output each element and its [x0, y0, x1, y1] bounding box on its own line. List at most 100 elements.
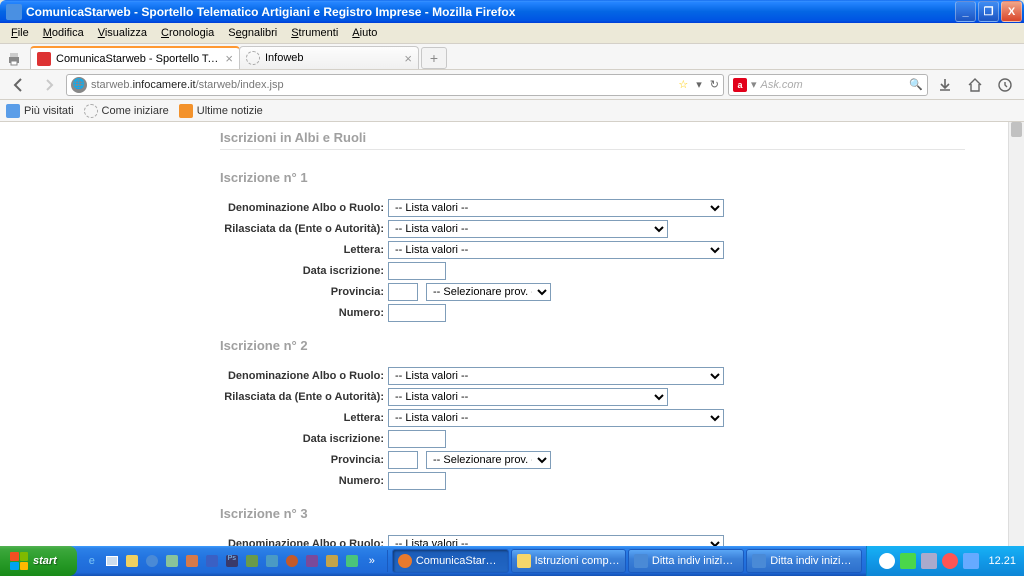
ql-app-icon[interactable]	[343, 550, 361, 572]
tray-icon[interactable]	[942, 553, 958, 569]
select-provincia-1[interactable]: -- Selezionare prov. --	[426, 283, 551, 301]
menu-strumenti[interactable]: Strumenti	[284, 25, 345, 41]
task-item-word[interactable]: Ditta indiv inizio press...	[628, 549, 744, 573]
select-denominazione-1[interactable]: -- Lista valori --	[388, 199, 724, 217]
vertical-scrollbar[interactable]	[1008, 122, 1024, 546]
task-item-word[interactable]: Ditta indiv inizio press...	[746, 549, 862, 573]
window-titlebar: ComunicaStarweb - Sportello Telematico A…	[0, 0, 1024, 23]
system-tray: 12.21	[866, 546, 1024, 576]
task-item-firefox[interactable]: ComunicaStarweb - S...	[392, 549, 509, 573]
ql-app-icon[interactable]	[263, 550, 281, 572]
input-prov-code-1[interactable]	[388, 283, 418, 301]
menu-modifica[interactable]: Modifica	[36, 25, 91, 41]
new-tab-button[interactable]: +	[421, 47, 447, 69]
tab-comunicastarweb[interactable]: ComunicaStarweb - Sportello Telematico .…	[30, 46, 240, 69]
globe-icon: 🌐	[71, 77, 87, 93]
tray-volume-icon[interactable]	[921, 553, 937, 569]
menu-cronologia[interactable]: Cronologia	[154, 25, 221, 41]
iscrizione-1-title: Iscrizione n° 1	[220, 170, 1008, 185]
home-icon[interactable]	[962, 72, 988, 98]
rss-icon	[179, 104, 193, 118]
divider	[220, 149, 965, 150]
window-title: ComunicaStarweb - Sportello Telematico A…	[26, 5, 955, 19]
select-rilasciata-1[interactable]: -- Lista valori --	[388, 220, 668, 238]
menu-visualizza[interactable]: Visualizza	[91, 25, 154, 41]
select-denominazione-2[interactable]: -- Lista valori --	[388, 367, 724, 385]
search-engine-dropdown-icon[interactable]: ▾	[751, 78, 757, 91]
bookmark-label: Più visitati	[24, 105, 74, 117]
tray-icon[interactable]	[879, 553, 895, 569]
tab-close-icon[interactable]: ×	[404, 51, 412, 66]
ql-app-icon[interactable]	[243, 550, 261, 572]
ql-app-icon[interactable]	[283, 550, 301, 572]
task-item-folder[interactable]: Istruzioni compilazion...	[511, 549, 626, 573]
reload-icon[interactable]: ↻	[710, 78, 719, 91]
bookmark-piu-visitati[interactable]: Più visitati	[6, 104, 74, 118]
select-rilasciata-2[interactable]: -- Lista valori --	[388, 388, 668, 406]
tab-infoweb[interactable]: Infoweb ×	[239, 46, 419, 69]
tab-favicon-icon	[246, 51, 260, 65]
url-dropdown-icon[interactable]: ▾	[696, 78, 702, 91]
search-go-icon[interactable]: 🔍	[909, 78, 923, 92]
taskbar: start e Ps » ComunicaStarweb - S... Istr…	[0, 546, 1024, 576]
forward-button[interactable]	[36, 72, 62, 98]
ql-desktop-icon[interactable]	[103, 550, 121, 572]
search-bar[interactable]: a ▾ Ask.com 🔍	[728, 74, 928, 96]
bookmark-ultime-notizie[interactable]: Ultime notizie	[179, 104, 263, 118]
clock[interactable]: 12.21	[988, 555, 1016, 567]
menu-aiuto[interactable]: Aiuto	[345, 25, 384, 41]
ql-word-icon[interactable]	[203, 550, 221, 572]
input-prov-code-2[interactable]	[388, 451, 418, 469]
close-button[interactable]: X	[1001, 1, 1022, 22]
scroll-thumb[interactable]	[1011, 122, 1022, 137]
windows-logo-icon	[10, 552, 28, 570]
history-icon[interactable]	[992, 72, 1018, 98]
search-placeholder: Ask.com	[761, 79, 909, 91]
back-button[interactable]	[6, 72, 32, 98]
url-bar[interactable]: 🌐 starweb.infocamere.it/starweb/index.js…	[66, 74, 724, 96]
tray-icon[interactable]	[900, 553, 916, 569]
ql-app-icon[interactable]	[323, 550, 341, 572]
tab-bar: ComunicaStarweb - Sportello Telematico .…	[0, 44, 1024, 70]
ql-ps-icon[interactable]: Ps	[223, 550, 241, 572]
label-denominazione: Denominazione Albo o Ruolo	[220, 370, 388, 382]
print-icon[interactable]	[4, 49, 24, 69]
ql-app-icon[interactable]	[183, 550, 201, 572]
bookmark-come-iniziare[interactable]: Come iniziare	[84, 104, 169, 118]
ql-app-icon[interactable]	[303, 550, 321, 572]
bookmark-star-icon[interactable]: ☆	[678, 78, 688, 91]
tray-icon[interactable]	[963, 553, 979, 569]
start-button[interactable]: start	[0, 546, 77, 576]
minimize-button[interactable]: _	[955, 1, 976, 22]
tab-close-icon[interactable]: ×	[225, 51, 233, 66]
label-provincia: Provincia	[220, 454, 388, 466]
task-label: Istruzioni compilazion...	[535, 555, 620, 567]
input-numero-2[interactable]	[388, 472, 446, 490]
bookmarks-bar: Più visitati Come iniziare Ultime notizi…	[0, 100, 1024, 122]
label-rilasciata: Rilasciata da (Ente o Autorità)	[220, 391, 388, 403]
input-numero-1[interactable]	[388, 304, 446, 322]
maximize-button[interactable]: ❐	[978, 1, 999, 22]
page-icon	[84, 104, 98, 118]
start-label: start	[33, 555, 57, 567]
folder-icon	[517, 554, 531, 568]
downloads-icon[interactable]	[932, 72, 958, 98]
ql-outlook-icon[interactable]	[123, 550, 141, 572]
ql-media-icon[interactable]	[143, 550, 161, 572]
select-lettera-1[interactable]: -- Lista valori --	[388, 241, 724, 259]
ql-ie-icon[interactable]: e	[83, 550, 101, 572]
input-data-1[interactable]	[388, 262, 446, 280]
quick-launch: e Ps »	[77, 550, 388, 572]
menu-file[interactable]: File	[4, 25, 36, 41]
select-denominazione-3[interactable]: -- Lista valori --	[388, 535, 724, 546]
ask-engine-icon[interactable]: a	[733, 78, 747, 92]
ql-expand-icon[interactable]: »	[363, 550, 381, 572]
select-lettera-2[interactable]: -- Lista valori --	[388, 409, 724, 427]
label-lettera: Lettera	[220, 412, 388, 424]
select-provincia-2[interactable]: -- Selezionare prov. --	[426, 451, 551, 469]
menu-segnalibri[interactable]: Segnalibri	[221, 25, 284, 41]
ql-app-icon[interactable]	[163, 550, 181, 572]
input-data-2[interactable]	[388, 430, 446, 448]
label-denominazione: Denominazione Albo o Ruolo	[220, 538, 388, 546]
task-label: Ditta indiv inizio press...	[652, 555, 738, 567]
